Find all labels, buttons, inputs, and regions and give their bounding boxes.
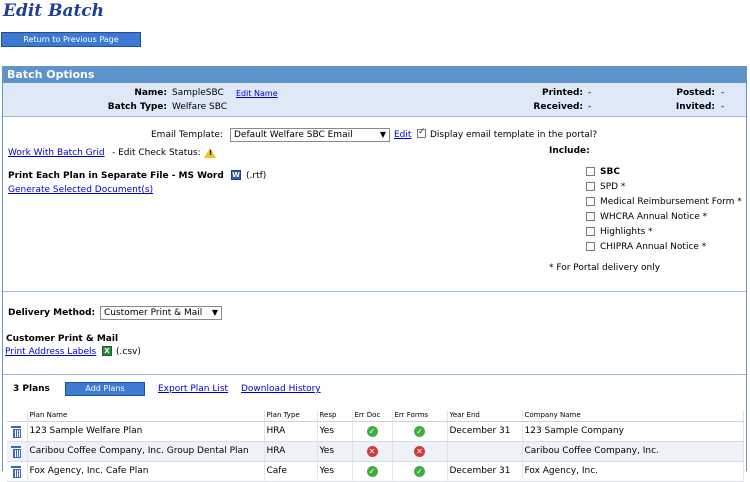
plan-company: Caribou Coffee Company, Inc. [522,441,744,462]
plan-name: 123 Sample Welfare Plan [27,421,265,442]
delivery-method-select[interactable]: Customer Print & Mail ▼ [100,306,222,320]
name-label: Name: [134,88,167,98]
plan-type: Cafe [264,461,318,482]
return-button[interactable]: Return to Previous Page [1,32,141,47]
batch-grid-link[interactable]: Work With Batch Grid [8,148,105,158]
column-header-plan-name: Plan Name [27,410,265,422]
plans-count: 3 Plans [13,384,50,394]
email-template-value: Default Welfare SBC Email [234,130,353,140]
plan-resp: Yes [317,421,353,442]
chevron-down-icon: ▼ [211,308,218,317]
portal-note: * For Portal delivery only [549,263,661,273]
plan-type: HRA [264,421,318,442]
table-row[interactable]: Fox Agency, Inc. Cafe Plan Cafe Yes ✓ ✓ … [7,461,744,482]
delivery-method-label: Delivery Method: [8,308,96,318]
trash-icon[interactable] [11,445,21,458]
check-icon: ✓ [366,465,378,477]
edit-check-status-label: - Edit Check Status: [112,148,201,158]
plan-name: Caribou Coffee Company, Inc. Group Denta… [27,441,265,462]
customer-print-title: Customer Print & Mail [6,334,119,344]
documents-section: Email Template: Default Welfare SBC Emai… [3,117,746,292]
batch-options-panel: Batch Options Name: SampleSBC Edit Name … [2,66,747,482]
invited-label: Invited: [675,102,715,112]
column-header-err-forms: Err Forms [392,410,448,422]
printed-label: Printed: [542,88,583,98]
error-icon: ✕ [414,445,425,457]
plan-name: Fox Agency, Inc. Cafe Plan [27,461,265,482]
check-icon: ✓ [366,425,378,437]
add-plans-button[interactable]: Add Plans [65,382,145,396]
column-header-delete [7,410,28,422]
include-whcra-label: WHCRA Annual Notice * [600,212,708,222]
generate-documents-link[interactable]: Generate Selected Document(s) [8,185,153,195]
excel-icon: X [102,346,112,356]
column-header-year-end: Year End [447,410,523,422]
include-chipra-label: CHIPRA Annual Notice * [600,242,707,252]
plan-year-end [447,441,523,462]
include-spd-label: SPD * [600,182,626,192]
invited-value: - [721,102,725,112]
check-icon: ✓ [414,425,425,437]
include-highlights-label: Highlights * [600,227,653,237]
table-row[interactable]: 123 Sample Welfare Plan HRA Yes ✓ ✓ Dece… [7,421,744,442]
check-icon: ✓ [414,465,425,477]
plan-year-end: December 31 [447,421,523,442]
chevron-down-icon: ▼ [379,130,386,139]
email-template-label: Email Template: [151,130,223,140]
include-heading: Include: [549,146,590,156]
include-sbc-checkbox[interactable] [586,167,595,176]
include-highlights-checkbox[interactable] [586,227,595,236]
column-header-plan-type: Plan Type [264,410,318,422]
word-icon: W [231,170,241,180]
plan-resp: Yes [317,441,353,462]
plan-year-end: December 31 [447,461,523,482]
batch-name: SampleSBC [172,88,224,98]
display-portal-label: Display email template in the portal? [430,130,598,140]
printed-value: - [588,88,592,98]
warning-icon: ! [204,148,216,158]
include-whcra-checkbox[interactable] [586,212,595,221]
delivery-method-value: Customer Print & Mail [104,308,203,318]
table-row[interactable]: Caribou Coffee Company, Inc. Group Denta… [7,441,744,462]
plan-company: Fox Agency, Inc. [522,461,744,482]
include-sbc-label: SBC [600,167,620,177]
error-icon: ✕ [366,445,378,457]
plan-resp: Yes [317,461,353,482]
csv-ext: (.csv) [116,347,141,357]
table-header-row: Plan Name Plan Type Resp Err Doc Err For… [7,410,744,422]
page-title: Edit Batch [3,1,105,21]
edit-email-link[interactable]: Edit [394,130,411,140]
include-spd-checkbox[interactable] [586,182,595,191]
print-address-labels-link[interactable]: Print Address Labels [5,347,96,357]
received-value: - [588,102,592,112]
plans-section: 3 Plans Add Plans Export Plan List Downl… [3,376,746,482]
include-chipra-checkbox[interactable] [586,242,595,251]
plan-type: HRA [264,441,318,462]
display-portal-checkbox[interactable] [417,127,426,138]
print-heading: Print Each Plan in Separate File - MS Wo… [8,171,224,181]
batch-info: Name: SampleSBC Edit Name Batch Type: We… [3,83,746,117]
trash-icon[interactable] [11,425,21,438]
batch-type-label: Batch Type: [107,102,167,112]
export-plan-list-link[interactable]: Export Plan List [158,384,228,394]
edit-name-link[interactable]: Edit Name [236,89,278,98]
download-history-link[interactable]: Download History [241,384,321,394]
panel-title: Batch Options [3,67,746,83]
column-header-err-doc: Err Doc [352,410,393,422]
include-medical-reimbursement-checkbox[interactable] [586,197,595,206]
column-header-company-name: Company Name [522,410,744,422]
include-medical-reimbursement-label: Medical Reimbursement Form * [600,197,742,207]
email-template-select[interactable]: Default Welfare SBC Email ▼ [230,128,390,142]
plan-company: 123 Sample Company [522,421,744,442]
column-header-resp: Resp [317,410,353,422]
rtf-ext: (.rtf) [246,171,267,181]
posted-value: - [721,88,725,98]
received-label: Received: [533,102,583,112]
batch-type: Welfare SBC [172,102,228,112]
delivery-section: Delivery Method: Customer Print & Mail ▼… [3,293,746,375]
posted-label: Posted: [676,88,715,98]
